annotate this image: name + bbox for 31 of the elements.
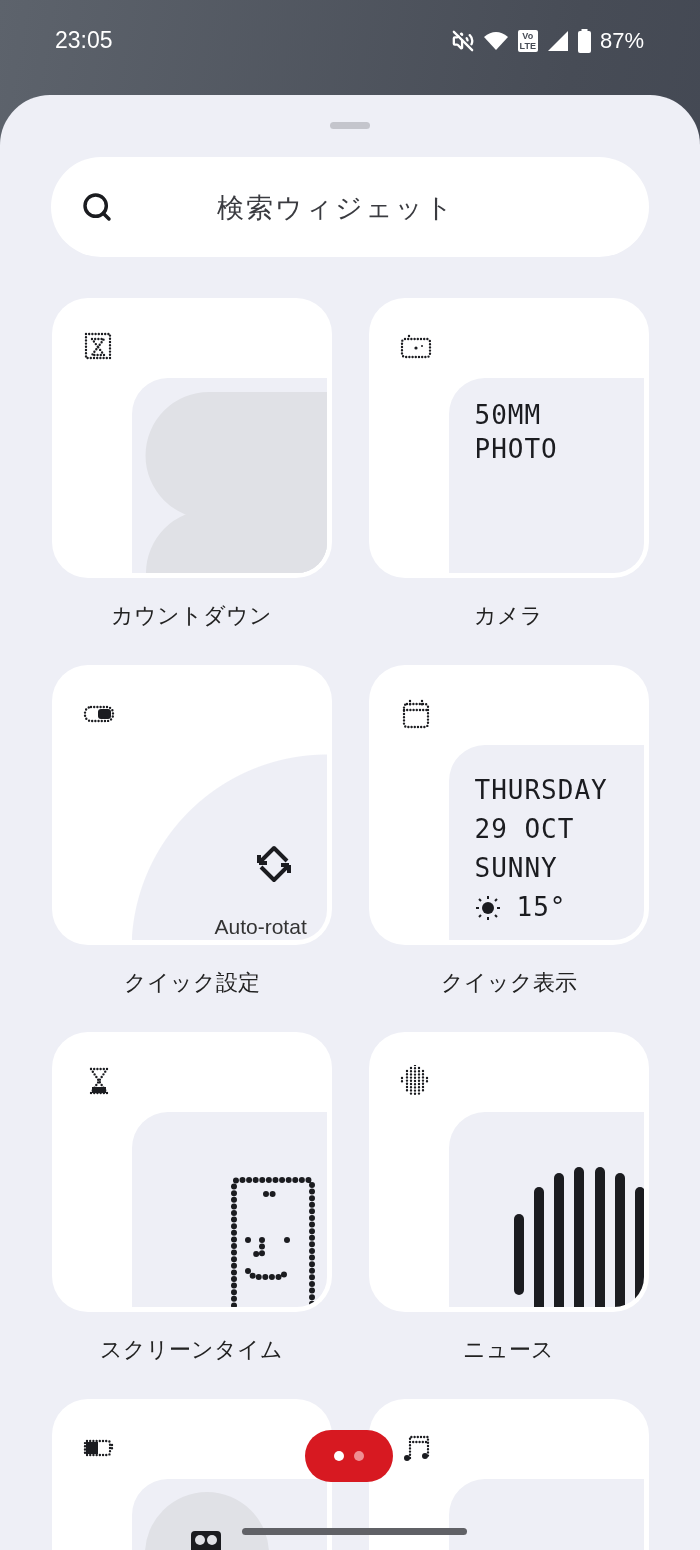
widget-name: スクリーンタイム xyxy=(100,1336,283,1364)
volte-badge: Vo LTE xyxy=(517,29,538,52)
widget-card[interactable] xyxy=(368,1032,649,1312)
widget-name: カメラ xyxy=(474,602,543,630)
widget-card[interactable]: THURSDAY 29 OCT SUNNY 15° xyxy=(368,665,649,945)
setting-caption: Auto-rotat xyxy=(214,915,308,939)
preview-text: SUNNY xyxy=(474,852,559,885)
temperature-text: 15° xyxy=(516,891,567,924)
search-icon xyxy=(81,191,113,223)
clock-time: 23:05 xyxy=(55,27,113,54)
widget-card[interactable] xyxy=(51,1032,332,1312)
apps-icon xyxy=(190,1531,221,1550)
widget-name: クイック表示 xyxy=(440,969,577,997)
widget-card[interactable]: 50MM PHOTO xyxy=(368,298,649,578)
widget-name: クイック設定 xyxy=(123,969,260,997)
preview-text: THURSDAY xyxy=(474,774,609,807)
drag-handle[interactable] xyxy=(330,122,370,129)
widget-name: ニュース xyxy=(463,1336,554,1364)
widget-card[interactable]: Auto-rotat xyxy=(51,665,332,945)
preview-text: 29 OCT xyxy=(474,813,576,846)
preview-text: 50MM xyxy=(474,399,543,432)
search-input[interactable]: 検索ウィジェット xyxy=(113,190,559,224)
signal-icon xyxy=(546,29,569,52)
wifi-icon xyxy=(482,30,509,51)
battery-percent: 87% xyxy=(599,27,644,54)
mute-icon xyxy=(451,29,474,52)
search-bar[interactable]: 検索ウィジェット xyxy=(51,157,649,257)
sun-icon xyxy=(474,894,501,921)
battery-icon xyxy=(577,28,591,53)
preview-text: PHOTO xyxy=(474,433,559,466)
widget-name: カウントダウン xyxy=(111,602,272,630)
